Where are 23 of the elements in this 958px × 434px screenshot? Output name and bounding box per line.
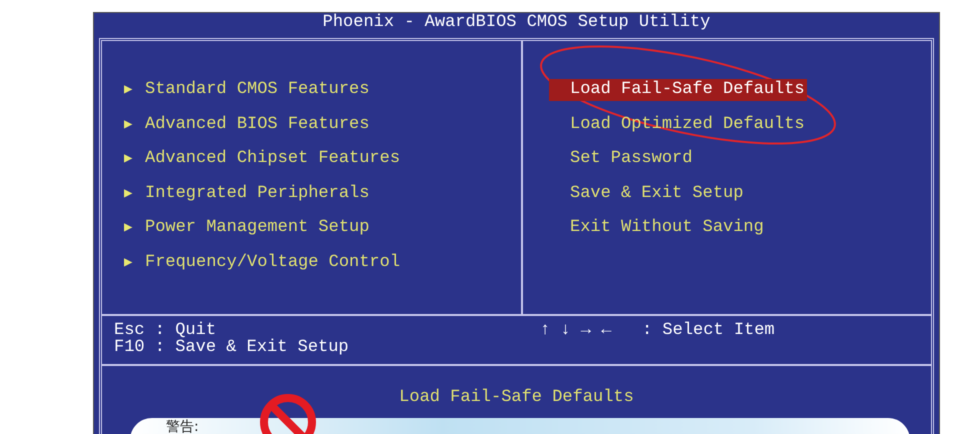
- arrow-marker: ▶: [124, 116, 134, 134]
- arrow-marker: ▶: [124, 219, 134, 238]
- window-title: Phoenix - AwardBIOS CMOS Setup Utility: [322, 13, 712, 34]
- menu-item[interactable]: Integrated Peripherals: [145, 182, 370, 204]
- arrow-marker: ▶: [124, 184, 134, 204]
- key-hint: ↑ ↓ → ← : Select Item: [540, 322, 775, 339]
- arrow-marker: ▶: [124, 81, 134, 100]
- key-hint: F10 : Save & Exit Setup: [114, 339, 350, 356]
- menu-item[interactable]: Save & Exit Setup: [549, 182, 746, 204]
- arrow-marker: ▶: [124, 254, 134, 272]
- item-description: Load Fail-Safe Defaults: [399, 388, 634, 407]
- menu-item[interactable]: Advanced BIOS Features: [145, 114, 370, 136]
- arrow-marker: ▶: [124, 150, 134, 169]
- menu-item[interactable]: Set Password: [549, 148, 694, 170]
- menu-item[interactable]: Advanced Chipset Features: [145, 148, 400, 170]
- prohibited-icon: [258, 392, 318, 434]
- menu-item[interactable]: Load Fail-Safe Defaults: [549, 79, 807, 101]
- key-hint: Esc : Quit: [114, 322, 218, 339]
- dialog-title: 警告:: [166, 420, 199, 434]
- menu-item[interactable]: Exit Without Saving: [549, 217, 766, 239]
- menu-item[interactable]: Frequency/Voltage Control: [145, 252, 400, 274]
- menu-item[interactable]: Power Management Setup: [145, 217, 370, 239]
- menu-item[interactable]: Standard CMOS Features: [145, 79, 370, 101]
